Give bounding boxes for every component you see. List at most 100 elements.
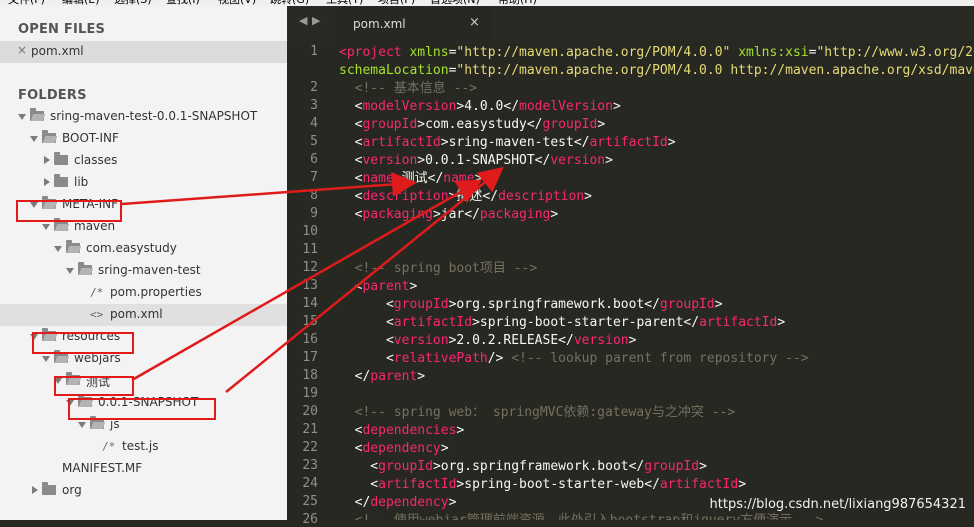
folder-open-icon [54,350,68,363]
folder-open-icon [42,130,56,143]
open-files-title: OPEN FILES [18,22,106,37]
folder-open-icon [54,218,68,231]
code-token: <!-- spring web： springMVC依赖:gateway与之冲突… [354,405,736,420]
code-editor[interactable]: <project xmlns="http://maven.apache.org/… [339,41,974,520]
nav-right-icon[interactable]: ▶ [312,14,320,27]
tree-item-item-12[interactable]: 测试 [0,370,287,392]
folder-open-icon [66,240,80,253]
code-token: xmlns:xsi [738,45,809,60]
code-token: >spring-boot-starter-web</ [456,477,660,492]
tree-item-test-js-15[interactable]: /* test.js [0,436,287,458]
chevron-down-icon[interactable] [54,246,62,252]
tree-item-classes-2[interactable]: classes [0,150,287,172]
code-token: < [339,189,363,204]
code-token: artifactId [393,315,473,330]
code-token: < [339,333,394,348]
code-line: <relativePath/> <!-- lookup parent from … [339,350,809,368]
folder-icon [54,174,68,187]
line-number: 21 [302,422,318,437]
tab-pom-xml[interactable]: pom.xml × [335,6,493,41]
code-token: < [339,441,363,456]
chevron-down-icon[interactable] [30,136,38,142]
close-icon[interactable]: × [17,43,27,57]
tree-item-pom-properties-8[interactable]: /* pom.properties [0,282,287,304]
code-token: > [628,333,637,348]
code-token: >com.easystudy</ [417,117,543,132]
code-token: > [597,117,606,132]
code-token: < [339,171,363,186]
tree-item-label: org [62,483,82,497]
code-token: parent [370,369,418,384]
code-token: >4.0.0</ [456,99,520,114]
code-line: <dependency> [339,440,449,458]
folder-icon [54,152,68,165]
tree-item-com-easystudy-6[interactable]: com.easystudy [0,238,287,260]
code-token: > [417,369,426,384]
chevron-right-icon[interactable] [32,486,38,494]
code-line: <groupId>org.springframework.boot</group… [339,458,707,476]
tab-close-icon[interactable]: × [469,15,480,30]
line-number: 9 [310,206,318,221]
code-token: description [498,189,585,204]
code-token: artifactId [699,315,778,330]
tree-item-label: sring-maven-test-0.0.1-SNAPSHOT [50,109,258,123]
tree-item-sring-maven-test-7[interactable]: sring-maven-test [0,260,287,282]
code-token: /> [487,351,512,366]
tree-item-manifest-mf-16[interactable]: MANIFEST.MF [0,458,287,480]
code-token: parent [362,279,410,294]
code-token: version [393,333,449,348]
code-token: > [738,477,747,492]
annotation-box-ceshi [54,376,134,396]
file-icon: /* [102,440,116,453]
tree-item-org-17[interactable]: org [0,480,287,502]
code-token: > [456,423,465,438]
code-line: <parent> [339,278,418,296]
code-line: <dependencies> [339,422,465,440]
code-line: <modelVersion>4.0.0</modelVersion> [339,98,621,116]
code-token: < [339,153,363,168]
code-line: <name>测试</name> [339,170,483,188]
code-line: <project xmlns="http://maven.apache.org/… [339,44,974,62]
code-token: groupId [644,459,700,474]
chevron-down-icon[interactable] [18,114,26,120]
code-token: < [339,99,363,114]
line-number: 24 [302,476,318,491]
tree-item-label: pom.properties [110,285,202,299]
open-file-pom-xml[interactable]: × pom.xml [0,41,287,63]
code-token: >0.0.1-SNAPSHOT</ [417,153,551,168]
line-number: 7 [310,170,318,185]
code-token: >描述</ [448,189,499,204]
code-token: >sring-maven-test</ [440,135,590,150]
tree-item-label: test.js [122,439,159,453]
code-token: relativePath [393,351,488,366]
code-line: <version>2.0.2.RELEASE</version> [339,332,637,350]
tree-item-label: BOOT-INF [62,131,119,145]
line-number: 3 [310,98,318,113]
code-token: < [339,279,363,294]
code-token: version [362,153,418,168]
tree-item-pom-xml-9[interactable]: <> pom.xml [0,304,287,326]
code-token: version [550,153,606,168]
folder-icon [42,482,56,495]
chevron-right-icon[interactable] [44,156,50,164]
chevron-right-icon[interactable] [44,178,50,186]
chevron-down-icon[interactable] [66,268,74,274]
code-token: > [409,279,418,294]
nav-left-icon[interactable]: ◀ [299,14,307,27]
tree-item-lib-3[interactable]: lib [0,172,287,194]
tree-item-sring-maven-test-0-0-1-snapshot-0[interactable]: sring-maven-test-0.0.1-SNAPSHOT [0,106,287,128]
chevron-down-icon[interactable] [42,224,50,230]
code-line: <!-- spring boot项目 --> [339,260,538,278]
chevron-down-icon[interactable] [78,422,86,428]
tree-item-label: pom.xml [110,307,163,321]
code-token: xmlns [409,45,449,60]
code-token: >jar</ [432,207,480,222]
code-line: </dependency> [339,494,457,512]
tree-item-boot-inf-1[interactable]: BOOT-INF [0,128,287,150]
folders-title: FOLDERS [18,88,87,103]
tree-item-label: MANIFEST.MF [62,461,143,475]
chevron-down-icon[interactable] [42,356,50,362]
code-token: "http://maven.apache.org/POM/4.0.0 http:… [456,63,974,78]
